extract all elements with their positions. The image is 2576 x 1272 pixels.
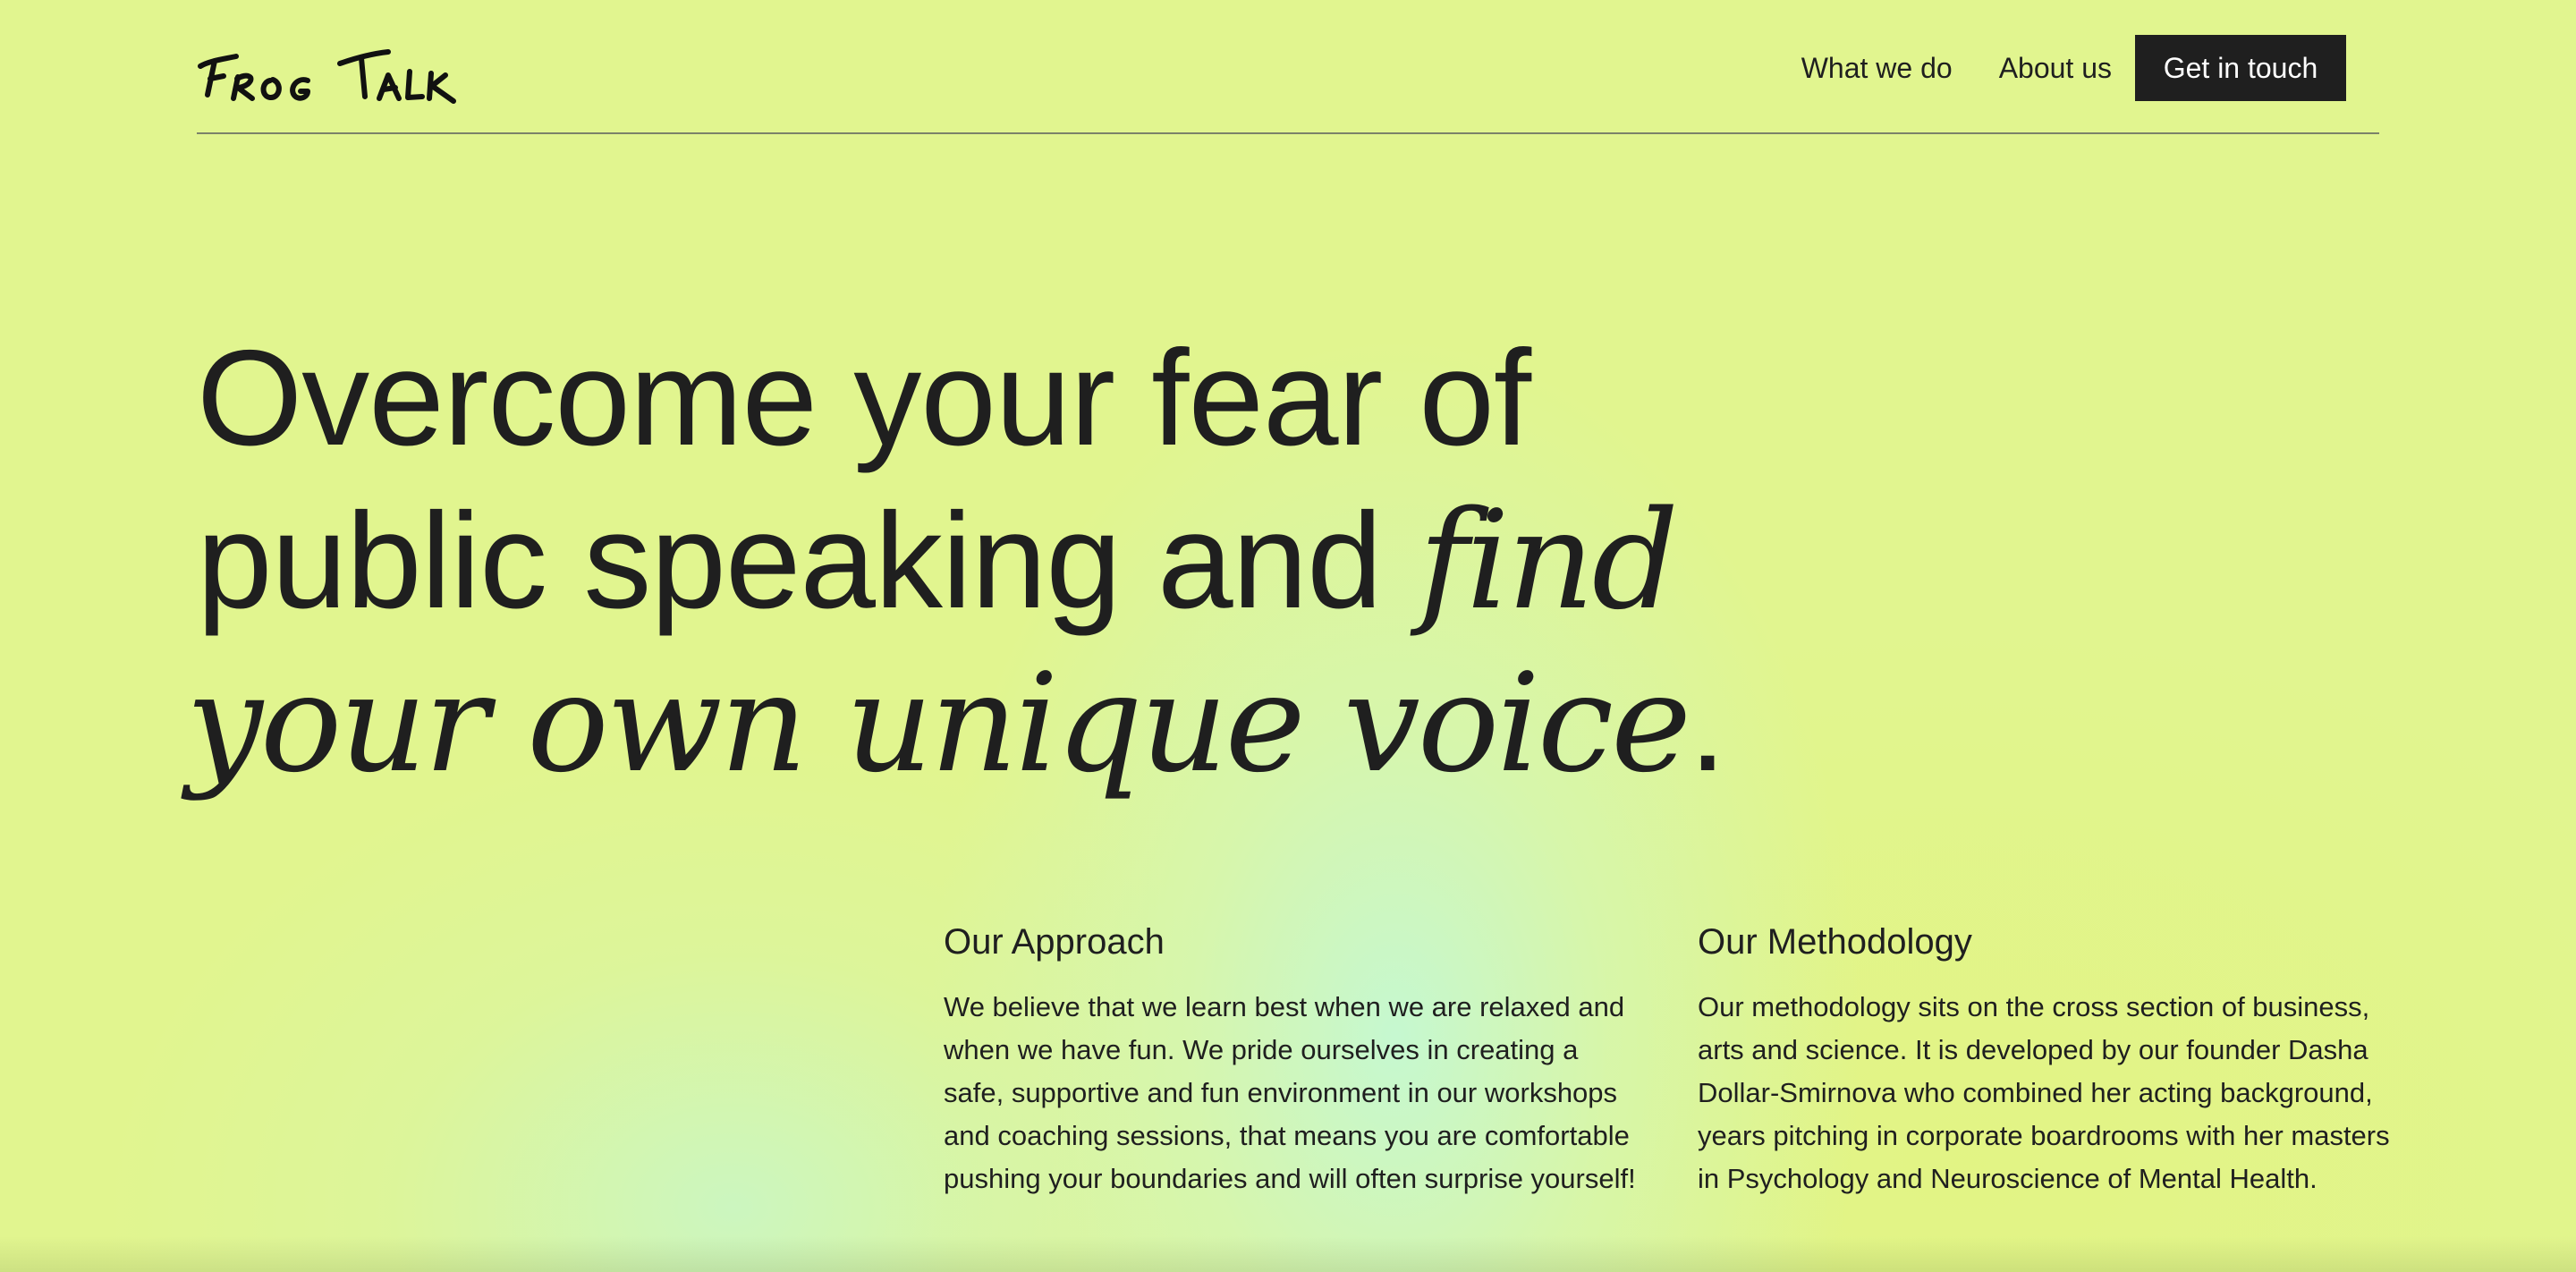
bottom-shadow (0, 1236, 2576, 1272)
approach-body: We believe that we learn best when we ar… (944, 991, 1636, 1194)
hero-line-1: Overcome your fear of (197, 322, 1531, 474)
methodology-title: Our Methodology (1698, 922, 1972, 962)
get-in-touch-button[interactable]: Get in touch (2135, 35, 2346, 101)
logo-wordmark (198, 49, 456, 104)
hero-emphasis-voice: your own unique voice (186, 644, 1691, 802)
header-divider (197, 132, 2379, 134)
approach-title: Our Approach (944, 922, 1165, 962)
hero-line-3: your own unique voice. (186, 642, 1807, 805)
methodology-body: Our methodology sits on the cross sectio… (1698, 991, 2390, 1194)
hero-line-2: public speaking and find (197, 479, 1807, 642)
approach-section: Our Approach We believe that we learn be… (944, 916, 1641, 1200)
hero-emphasis-find: find (1418, 481, 1679, 640)
hero-period: . (1689, 648, 1726, 800)
hero-heading: Overcome your fear of public speaking an… (186, 317, 1807, 805)
nav-link-about-us[interactable]: About us (1999, 35, 2112, 101)
nav-link-what-we-do[interactable]: What we do (1801, 35, 1953, 101)
logo[interactable] (197, 34, 465, 106)
site-header: What we do About us Get in touch (197, 0, 2379, 134)
methodology-section: Our Methodology Our methodology sits on … (1698, 916, 2395, 1200)
main-nav: What we do About us Get in touch (1801, 35, 2393, 101)
hero-line-2-text: public speaking and (197, 485, 1419, 637)
